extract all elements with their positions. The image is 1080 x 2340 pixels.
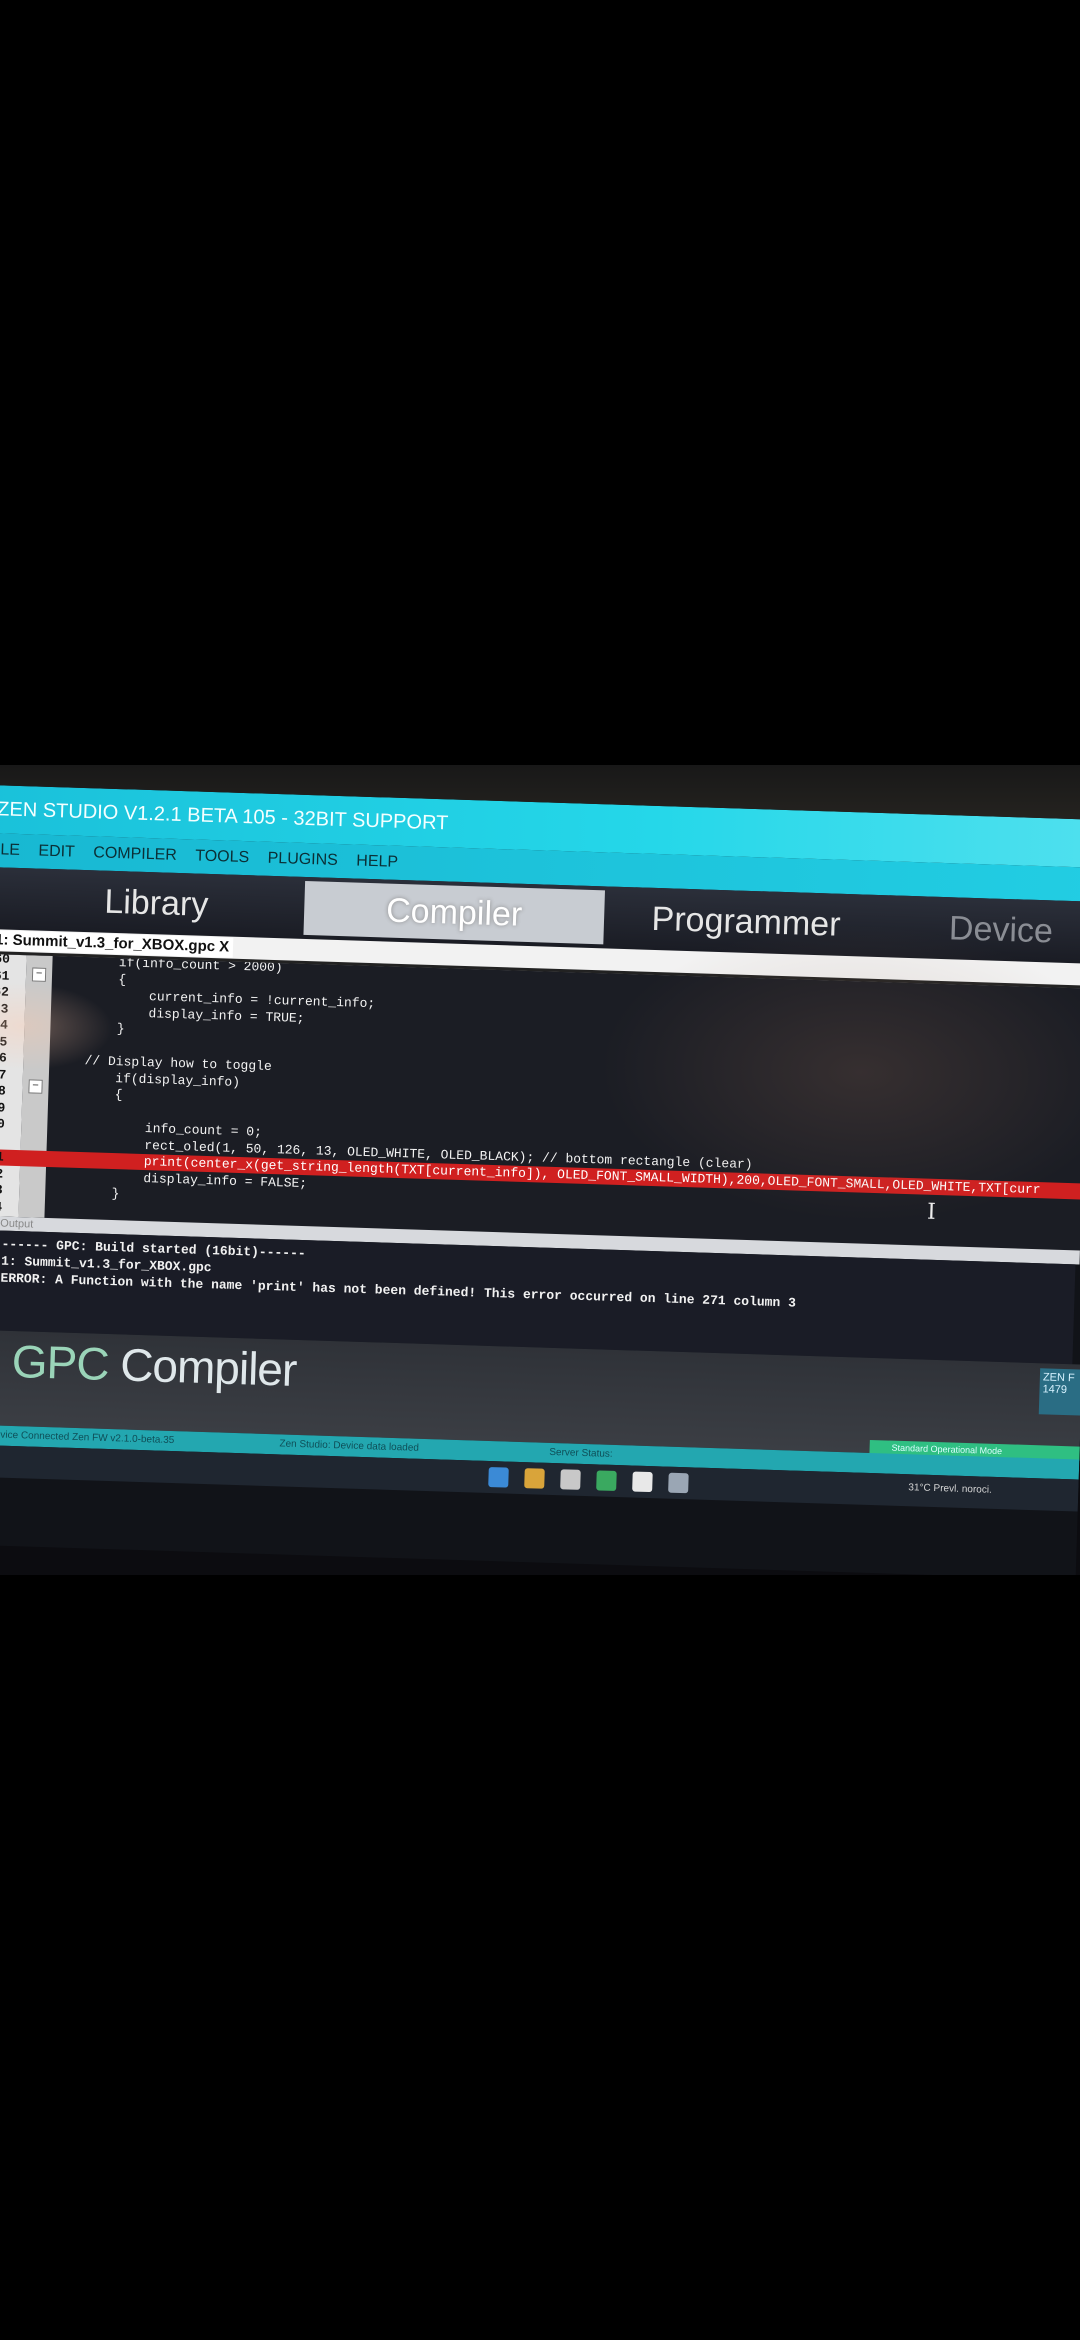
photo-of-monitor: ZEN STUDIO V1.2.1 BETA 105 - 32BIT SUPPO… xyxy=(0,765,1080,1575)
code-text: } xyxy=(49,1184,120,1202)
line-number: 271 xyxy=(0,1148,4,1165)
zen-studio-window: ZEN STUDIO V1.2.1 BETA 105 - 32BIT SUPPO… xyxy=(0,785,1080,1575)
close-tab-icon[interactable]: X xyxy=(219,938,230,955)
menu-compiler[interactable]: COMPILER xyxy=(93,836,178,873)
line-number: 260 xyxy=(0,953,11,967)
line-number: 269 xyxy=(0,1099,6,1116)
line-number: 267 xyxy=(0,1066,7,1083)
line-number: 274 xyxy=(0,1198,3,1215)
zen-fw-value: 1479 xyxy=(1042,1383,1068,1397)
tab-device[interactable]: Device xyxy=(915,900,1080,959)
file-tab-label: 1: Summit_v1.3_for_XBOX.gpc xyxy=(0,931,216,956)
code-text: { xyxy=(55,969,127,987)
line-number: 262 xyxy=(0,983,10,1000)
code-text: } xyxy=(54,1019,125,1037)
tab-library[interactable]: Library xyxy=(46,873,268,934)
folder-icon[interactable] xyxy=(524,1468,545,1489)
taskbar-app-icon[interactable] xyxy=(560,1469,581,1490)
line-number: 261 xyxy=(0,967,10,984)
menu-edit[interactable]: EDIT xyxy=(38,835,76,870)
taskbar-app-icon[interactable] xyxy=(596,1470,617,1492)
fold-toggle-icon[interactable]: − xyxy=(31,967,47,982)
line-number: 264 xyxy=(0,1016,9,1033)
fold-toggle-icon[interactable]: − xyxy=(28,1079,43,1094)
brand-compiler: Compiler xyxy=(107,1338,298,1396)
menu-plugins[interactable]: PLUGINS xyxy=(267,842,338,878)
menu-help[interactable]: HELP xyxy=(356,845,399,880)
line-number xyxy=(0,1132,19,1133)
line-number: 263 xyxy=(0,1000,9,1017)
brand-gpc: GPC xyxy=(11,1334,110,1390)
line-number: 268 xyxy=(0,1082,7,1099)
menu-file[interactable]: ILE xyxy=(0,833,20,868)
tab-programmer[interactable]: Programmer xyxy=(625,891,867,953)
line-number: 273 xyxy=(0,1181,3,1198)
text-cursor-icon: I xyxy=(926,1199,937,1225)
server-status: Server Status: xyxy=(549,1446,613,1460)
code-text: { xyxy=(52,1085,123,1103)
line-number: 265 xyxy=(0,1033,8,1050)
zen-fw-indicator: ZEN F 1479 xyxy=(1038,1368,1080,1416)
taskbar-app-icon[interactable] xyxy=(488,1467,509,1488)
menu-tools[interactable]: TOOLS xyxy=(195,839,250,875)
code-editor[interactable]: 260 if(info_count > 2000) 261 {262 curren… xyxy=(0,953,1080,1251)
line-number: 270 xyxy=(0,1115,5,1132)
tab-compiler[interactable]: Compiler xyxy=(303,880,605,945)
line-number: 272 xyxy=(0,1165,4,1182)
zen-studio-icon[interactable] xyxy=(668,1472,689,1494)
line-number: 266 xyxy=(0,1049,8,1066)
zen-studio-icon[interactable] xyxy=(632,1471,653,1493)
gpc-compiler-logo: GPC Compiler xyxy=(11,1334,297,1397)
tray-weather: 31°C Prevl. noroci. xyxy=(908,1482,992,1496)
